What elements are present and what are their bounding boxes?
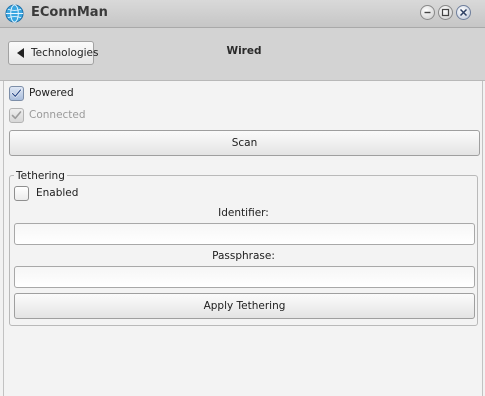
window-title: EConnMan: [31, 5, 108, 20]
connected-checkbox: [9, 108, 24, 123]
identifier-field[interactable]: [14, 223, 475, 245]
scan-button-label: Scan: [231, 137, 258, 149]
apply-tethering-button[interactable]: Apply Tethering: [14, 293, 475, 319]
powered-label: Powered: [29, 87, 74, 99]
tethering-enabled-checkbox[interactable]: [14, 186, 29, 201]
connected-label: Connected: [29, 109, 86, 121]
maximize-button[interactable]: [438, 5, 453, 20]
page-title: Wired: [226, 45, 262, 57]
checkmark-icon: [11, 111, 22, 120]
identifier-label: Identifier:: [218, 207, 269, 219]
title-bar[interactable]: EConnMan: [0, 0, 485, 28]
minimize-icon: [424, 11, 431, 14]
tethering-legend: Tethering: [14, 170, 67, 182]
minimize-button[interactable]: [420, 5, 435, 20]
passphrase-label: Passphrase:: [212, 250, 275, 262]
close-button[interactable]: [456, 5, 471, 20]
scan-button[interactable]: Scan: [9, 130, 480, 156]
app-window: EConnMan Technologies Wired Powered Conn…: [0, 0, 485, 396]
checkmark-icon: [11, 88, 22, 98]
apply-tethering-button-label: Apply Tethering: [203, 300, 286, 312]
technology-panel: Powered Connected Scan Tethering Enabled…: [3, 81, 483, 396]
page-header: Technologies Wired: [0, 28, 485, 81]
maximize-icon: [441, 8, 450, 17]
globe-icon: [5, 4, 24, 23]
tethering-group: Tethering Enabled Identifier: Passphrase…: [9, 170, 478, 326]
close-icon: [459, 8, 468, 17]
tethering-enabled-label: Enabled: [36, 187, 79, 199]
passphrase-field[interactable]: [14, 266, 475, 288]
powered-checkbox[interactable]: [9, 86, 24, 101]
